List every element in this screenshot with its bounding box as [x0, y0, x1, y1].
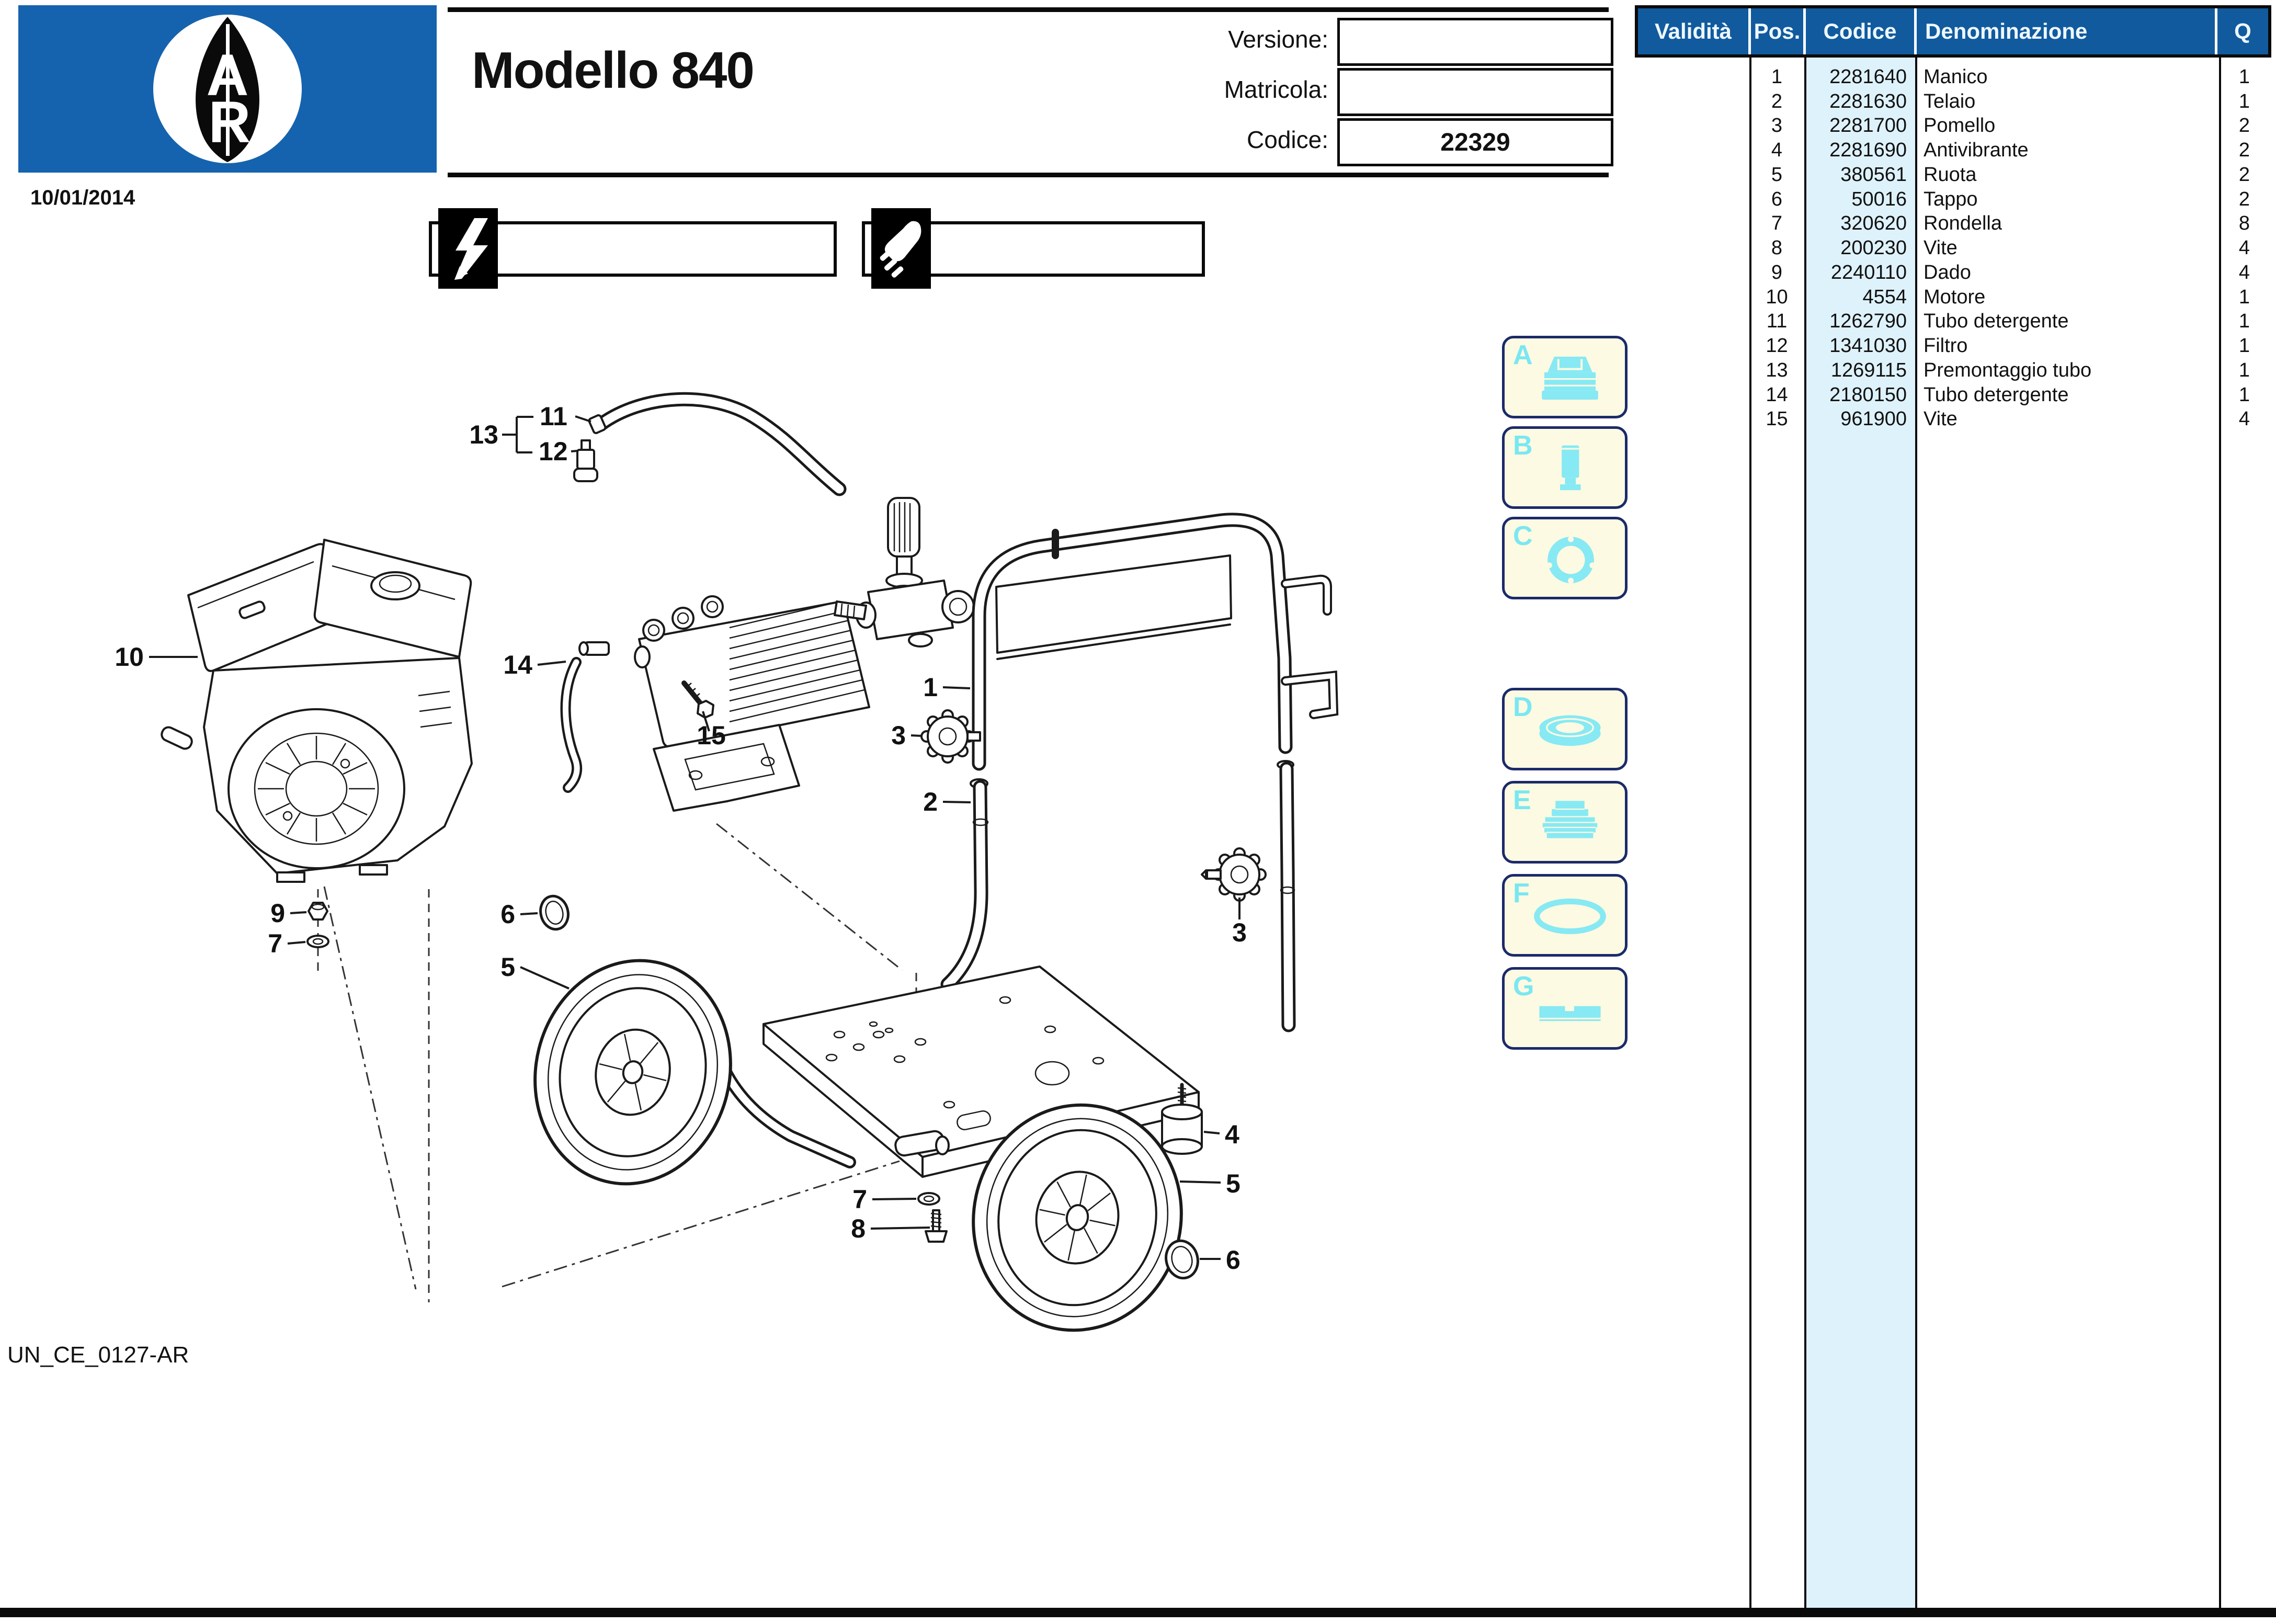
table-row: 4 2281690 Antivibrante 2	[1771, 139, 2250, 162]
callout-15: 15	[697, 721, 726, 750]
callout-6b: 6	[1226, 1245, 1241, 1275]
col-q: Q	[2234, 19, 2251, 43]
col-codice: Codice	[1806, 8, 1917, 54]
callout-8: 8	[851, 1214, 866, 1243]
callout-3b: 3	[1232, 918, 1247, 947]
pump-valve-cap-icon	[1542, 356, 1598, 400]
callout-9: 9	[270, 899, 285, 928]
col-pos: Pos.	[1751, 8, 1806, 54]
ar-logo-icon: A R	[153, 15, 302, 163]
table-row: 10 4554 Motore 1	[1766, 286, 2250, 308]
callout-2: 2	[923, 787, 938, 816]
key-bar-icon	[1539, 1006, 1601, 1021]
callout-12: 12	[539, 437, 568, 466]
codice-field[interactable]: 22329	[1337, 118, 1613, 166]
table-row: 7 320620 Rondella 8	[1771, 212, 2250, 235]
table-row: 1 2281640 Manico 1	[1771, 65, 2250, 88]
filter-drawing	[573, 439, 598, 482]
table-row: 6 50016 Tappo 2	[1771, 188, 2250, 210]
parts-table-body: 1 2281640 Manico 1 2 2281630 Telaio 1 3 2281700…	[1636, 65, 2270, 431]
versione-label: Versione:	[1228, 26, 1328, 53]
electric-plug-icon	[871, 208, 931, 289]
callout-13: 13	[469, 420, 498, 449]
table-row: 9 2240110 Dado 4	[1771, 261, 2250, 283]
washer-drawing	[917, 1192, 940, 1206]
oil-seal-icon	[1539, 715, 1601, 746]
versione-field[interactable]	[1337, 18, 1613, 66]
kit-box-c: C	[1502, 517, 1628, 599]
kit-box-e: E	[1502, 781, 1628, 864]
table-row: 14 2180150 Tubo detergente 1	[1766, 383, 2250, 406]
table-row: 8 200230 Vite 4	[1771, 237, 2250, 259]
col-validita: Validità	[1638, 8, 1751, 54]
knob-drawing	[920, 709, 981, 764]
callout-5: 5	[500, 952, 515, 982]
knob-drawing	[1201, 847, 1267, 902]
catalog-page: A R 10/01/2014 Modello 840 Versione: Mat…	[0, 0, 2276, 1624]
assembly-line	[323, 886, 417, 1290]
callout-14: 14	[503, 650, 532, 679]
o-ring-icon	[1534, 898, 1606, 935]
detergent-hose-drawing	[593, 392, 847, 496]
callout-11: 11	[540, 402, 567, 431]
exploded-view-diagram: 10 13 11 12 14 15 9 7 6 5 1 3 2 3 4 5 7 …	[31, 293, 1496, 1334]
kit-box-a: A	[1502, 336, 1628, 418]
callout-5b: 5	[1226, 1169, 1241, 1198]
callout-3: 3	[891, 721, 906, 750]
bolt-drawing	[925, 1209, 948, 1243]
table-row: 13 1269115 Premontaggio tubo 1	[1766, 359, 2250, 381]
table-row: 2 2281630 Telaio 1	[1771, 90, 2250, 112]
col-denominazione: Denominazione	[1917, 8, 2217, 54]
table-row: 15 961900 Vite 4	[1766, 408, 2250, 430]
stepped-adapter-icon	[1542, 801, 1598, 838]
hub-cap-drawing	[539, 894, 570, 931]
page-title: Modello 840	[472, 41, 755, 99]
pump-drawing	[634, 497, 975, 812]
plunger-icon	[1560, 445, 1581, 491]
table-row: 5 380561 Ruota 2	[1771, 163, 2250, 186]
matricola-field[interactable]	[1337, 68, 1613, 116]
kit-box-b: B	[1502, 426, 1628, 509]
ar-logo: A R	[18, 5, 437, 173]
table-row: 12 1341030 Filtro 1	[1766, 335, 2250, 357]
codice-label: Codice:	[1247, 126, 1328, 153]
callout-6: 6	[500, 900, 515, 929]
bottom-bar	[0, 1608, 2276, 1617]
table-row: 3 2281700 Pomello 2	[1771, 115, 2250, 137]
nut-drawing	[308, 902, 328, 921]
callout-7b: 7	[852, 1185, 867, 1214]
matricola-label: Matricola:	[1224, 76, 1328, 103]
flange-gasket-icon	[1546, 536, 1596, 584]
washer-drawing	[306, 935, 329, 948]
kit-box-d: D	[1502, 688, 1628, 770]
document-code: UN_CE_0127-AR	[7, 1342, 189, 1368]
kit-box-g: G	[1502, 967, 1628, 1050]
handle-frame-drawing	[940, 513, 1339, 1032]
table-row: 11 1262790 Tubo detergente 1	[1766, 310, 2250, 333]
lightning-icon	[438, 208, 498, 289]
callout-1: 1	[923, 673, 938, 702]
title-rule-bottom	[448, 173, 1609, 177]
callout-4: 4	[1225, 1120, 1239, 1149]
callout-10: 10	[115, 642, 144, 672]
callout-7: 7	[268, 929, 282, 958]
engine-drawing	[161, 539, 473, 883]
title-rule-top	[448, 7, 1609, 12]
kit-box-f: F	[1502, 874, 1628, 957]
revision-date: 10/01/2014	[30, 186, 135, 209]
table-header: Validità Pos. Codice Denominazione Q	[1635, 5, 2271, 58]
